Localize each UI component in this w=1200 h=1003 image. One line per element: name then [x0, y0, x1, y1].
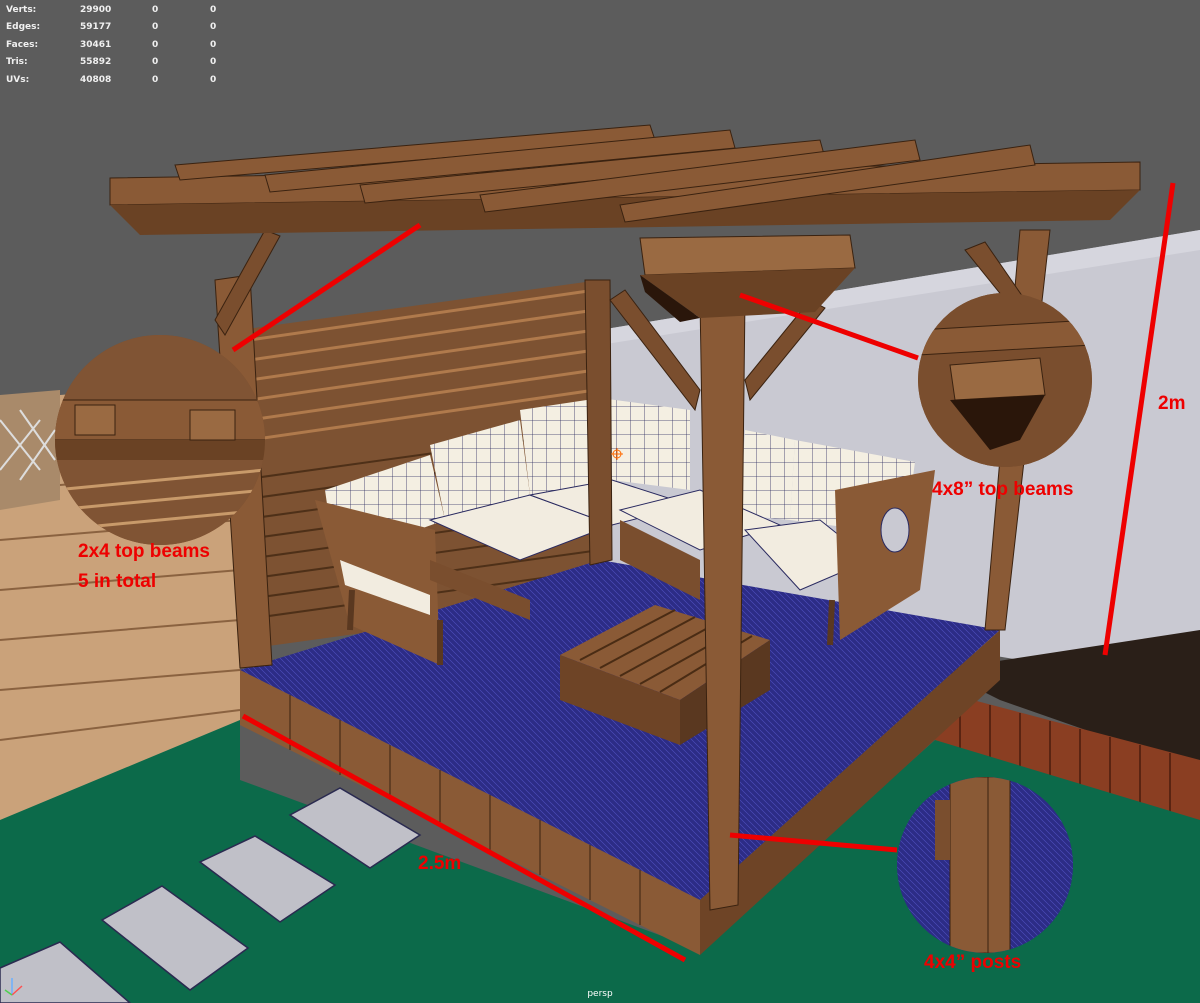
- hud-selected-2: 0: [210, 39, 217, 50]
- hud-selected: 0: [152, 5, 159, 15]
- hud-label: UVs:: [6, 74, 30, 85]
- annotation-4x8-top-beams: 4x8” top beams: [932, 479, 1074, 500]
- hud-total: 40808: [80, 74, 112, 85]
- hud-selected-2: 0: [210, 57, 217, 68]
- hud-total: 59177: [80, 22, 112, 33]
- hud-total: 55892: [80, 57, 112, 68]
- annotation-total-count: 5 in total: [78, 571, 157, 592]
- hud-row-edges: Edges: 59177 0 0: [6, 19, 230, 36]
- hud-row-tris: Tris: 55892 0 0: [6, 54, 230, 71]
- hud-selected: 0: [152, 74, 159, 85]
- hud-selected-2: 0: [210, 5, 217, 15]
- annotation-2x4-top-beams: 2x4 top beams: [78, 541, 210, 562]
- annotation-width: 2.5m: [418, 853, 462, 874]
- hud-label: Tris:: [6, 57, 28, 68]
- hud-selected: 0: [152, 22, 159, 33]
- annotation-height: 2m: [1158, 393, 1186, 414]
- hud-selected: 0: [152, 57, 159, 68]
- hud-row-uvs: UVs: 40808 0 0: [6, 72, 230, 89]
- hud-label: Verts:: [6, 5, 37, 15]
- poly-count-hud: Verts: 29900 0 0 Edges: 59177 0 0 Faces:…: [6, 2, 230, 89]
- detail-circle-posts: [897, 777, 1073, 953]
- hud-selected: 0: [152, 39, 159, 50]
- hud-selected-2: 0: [210, 22, 217, 33]
- camera-label: persp: [587, 989, 613, 999]
- detail-circle-top-beams-4x8: [918, 293, 1092, 467]
- hud-label: Edges:: [6, 22, 41, 33]
- hud-total: 30461: [80, 39, 112, 50]
- hud-total: 29900: [80, 5, 112, 15]
- hud-row-verts: Verts: 29900 0 0: [6, 2, 230, 19]
- 3d-viewport[interactable]: Verts: 29900 0 0 Edges: 59177 0 0 Faces:…: [0, 0, 1200, 1003]
- annotation-posts: 4x4” posts: [924, 952, 1022, 973]
- hud-row-faces: Faces: 30461 0 0: [6, 37, 230, 54]
- hud-label: Faces:: [6, 39, 39, 50]
- hud-selected-2: 0: [210, 74, 217, 85]
